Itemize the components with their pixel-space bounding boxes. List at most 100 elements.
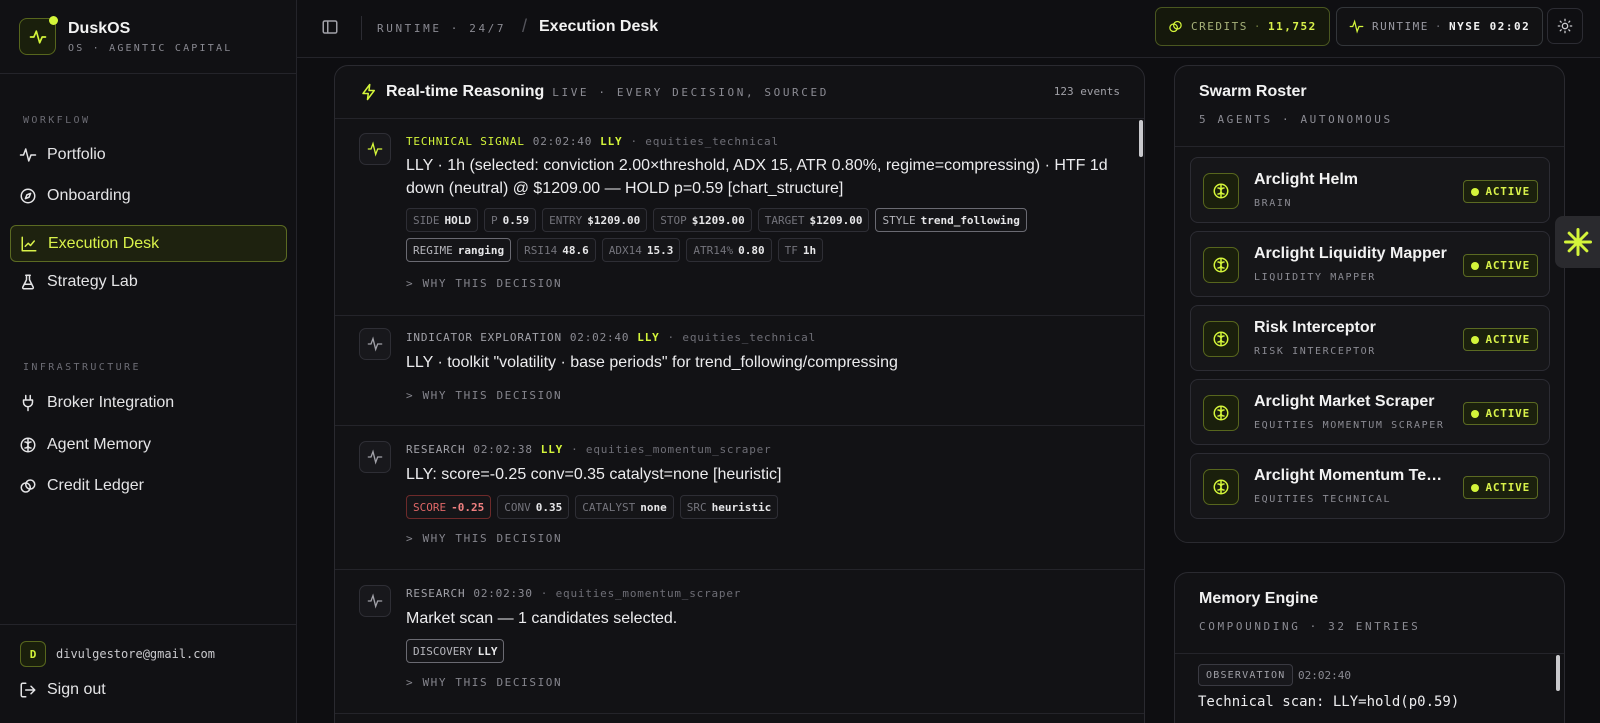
sign-out-button[interactable]: Sign out xyxy=(19,681,106,699)
activity-icon xyxy=(19,148,37,162)
agent-card[interactable]: Arclight Market Scraper EQUITIES MOMENTUM… xyxy=(1190,379,1550,445)
event-item[interactable]: TECHNICAL SIGNAL 02:02:40 LLY · equities… xyxy=(335,119,1144,316)
sidebar-item-agent-memory[interactable]: Agent Memory xyxy=(10,427,287,463)
status-label: ACTIVE xyxy=(1485,259,1530,272)
agent-card[interactable]: Risk Interceptor RISK INTERCEPTOR ACTIVE xyxy=(1190,305,1550,371)
status-badge: ACTIVE xyxy=(1463,180,1538,203)
event-icon xyxy=(359,585,391,617)
event-ticker[interactable]: LLY xyxy=(637,331,659,344)
memory-subtitle: COMPOUNDING · 32 ENTRIES xyxy=(1199,620,1421,633)
breadcrumb-parent[interactable]: RUNTIME · 24/7 xyxy=(377,22,506,35)
why-this-decision-toggle[interactable]: > WHY THIS DECISION xyxy=(406,676,562,689)
agent-card[interactable]: Arclight Momentum Technical EQUITIES TECH… xyxy=(1190,453,1550,519)
status-badge: ACTIVE xyxy=(1463,254,1538,277)
tag-key: P xyxy=(491,213,498,227)
event-ticker[interactable]: LLY xyxy=(600,135,622,148)
tag-key: ADX14 xyxy=(608,243,642,257)
event-meta: RESEARCH 02:02:30 · equities_momentum_sc… xyxy=(406,587,741,600)
feed-scrollbar[interactable] xyxy=(1139,120,1143,157)
section-label-workflow: WORKFLOW xyxy=(23,115,91,126)
agent-role: RISK INTERCEPTOR xyxy=(1254,346,1376,357)
brain-icon xyxy=(1213,479,1229,495)
tag-value: 0.59 xyxy=(502,213,530,227)
event-tag: ENTRY $1209.00 xyxy=(542,208,648,232)
event-kind: RESEARCH xyxy=(406,443,466,456)
why-this-decision-toggle[interactable]: > WHY THIS DECISION xyxy=(406,532,562,545)
brand[interactable]: DuskOS OS · AGENTIC CAPITAL xyxy=(0,0,296,74)
event-ticker[interactable]: LLY xyxy=(541,443,563,456)
event-item[interactable]: INDICATOR EXPLORATION 02:02:40 LLY · equ… xyxy=(335,316,1144,426)
tag-key: STOP xyxy=(660,213,687,227)
tag-key: REGIME xyxy=(413,243,453,257)
tag-key: CONV xyxy=(504,500,531,514)
runtime-badge[interactable]: RUNTIME · NYSE 02:02 xyxy=(1336,7,1544,46)
tag-value: 15.3 xyxy=(646,243,674,257)
brand-subtitle: OS · AGENTIC CAPITAL xyxy=(68,42,233,54)
sidebar-item-credit-ledger[interactable]: Credit Ledger xyxy=(10,468,287,504)
section-label-infrastructure: INFRASTRUCTURE xyxy=(23,362,141,373)
event-text: LLY · 1h (selected: conviction 2.00×thre… xyxy=(406,157,1108,197)
activity-icon xyxy=(367,141,383,157)
agent-role: EQUITIES TECHNICAL xyxy=(1254,494,1392,505)
assistant-tab[interactable] xyxy=(1555,216,1600,268)
credits-label: CREDITS xyxy=(1191,20,1248,33)
breadcrumb-separator: / xyxy=(522,16,528,36)
agent-name: Arclight Market Scraper xyxy=(1254,393,1435,410)
event-tag: SIDE HOLD xyxy=(406,208,478,232)
sidebar-toggle-icon[interactable] xyxy=(321,18,339,36)
memory-scrollbar[interactable] xyxy=(1556,655,1560,691)
status-dot xyxy=(1471,335,1480,344)
memory-title: Memory Engine xyxy=(1199,590,1319,607)
event-text: LLY · toolkit "volatility · base periods… xyxy=(406,354,898,371)
tag-key: TF xyxy=(784,243,798,257)
tag-value: 1h xyxy=(802,243,817,257)
agent-card[interactable]: Arclight Helm BRAIN ACTIVE xyxy=(1190,157,1550,223)
sidebar-item-strategy-lab[interactable]: Strategy Lab xyxy=(10,264,287,300)
why-label: WHY THIS DECISION xyxy=(422,389,563,402)
credits-value: 11,752 xyxy=(1267,20,1317,33)
why-this-decision-toggle[interactable]: > WHY THIS DECISION xyxy=(406,389,562,402)
asterisk-icon xyxy=(1563,228,1592,256)
sidebar-item-portfolio[interactable]: Portfolio xyxy=(10,137,287,173)
brain-icon xyxy=(1213,257,1229,273)
flask-icon xyxy=(21,274,35,290)
event-tag: ATR14% 0.80 xyxy=(686,238,772,262)
sidebar-item-broker-integration[interactable]: Broker Integration xyxy=(10,385,287,421)
theme-toggle-button[interactable] xyxy=(1547,8,1583,44)
sidebar-item-onboarding[interactable]: Onboarding xyxy=(10,178,287,214)
tag-value: $1209.00 xyxy=(691,213,745,227)
event-tag: TARGET $1209.00 xyxy=(757,208,870,232)
activity-icon xyxy=(1349,19,1364,34)
why-label: WHY THIS DECISION xyxy=(422,277,563,290)
event-item[interactable]: RESEARCH 02:02:30 · equities_momentum_sc… xyxy=(335,570,1144,714)
event-kind: INDICATOR EXPLORATION xyxy=(406,331,562,344)
agent-name: Arclight Liquidity Mapper xyxy=(1254,245,1447,262)
divider xyxy=(1175,653,1564,654)
event-tag: SRC heuristic xyxy=(679,495,779,519)
event-tag: SCORE -0.25 xyxy=(406,495,492,519)
tag-value: ranging xyxy=(457,243,505,257)
feed-header: Real-time Reasoning LIVE · EVERY DECISIO… xyxy=(335,66,1144,119)
event-kind: RESEARCH xyxy=(406,587,466,600)
avatar[interactable]: D xyxy=(20,641,46,667)
coins-icon xyxy=(20,479,36,493)
why-this-decision-toggle[interactable]: > WHY THIS DECISION xyxy=(406,277,562,290)
event-source: · equities_technical xyxy=(667,331,816,344)
agent-icon xyxy=(1203,321,1239,357)
top-bar: RUNTIME · 24/7 / Execution Desk CREDITS … xyxy=(297,0,1600,58)
event-tag: RSI14 48.6 xyxy=(517,238,596,262)
compass-icon xyxy=(20,188,36,204)
tag-value: 0.80 xyxy=(738,243,765,257)
agent-card[interactable]: Arclight Liquidity Mapper LIQUIDITY MAPPE… xyxy=(1190,231,1550,297)
event-time: 02:02:38 xyxy=(473,443,533,456)
event-meta: INDICATOR EXPLORATION 02:02:40 LLY · equ… xyxy=(406,331,816,344)
status-badge: ACTIVE xyxy=(1463,402,1538,425)
event-item[interactable]: RESEARCH 02:02:38 LLY · equities_momentu… xyxy=(335,426,1144,570)
sidebar-item-execution-desk[interactable]: Execution Desk xyxy=(10,225,287,262)
agent-role: EQUITIES MOMENTUM SCRAPER xyxy=(1254,420,1445,431)
sidebar-item-label: Broker Integration xyxy=(47,394,175,411)
plug-icon xyxy=(22,394,34,412)
status-badge: ACTIVE xyxy=(1463,476,1538,499)
credits-badge[interactable]: CREDITS · 11,752 xyxy=(1155,7,1330,46)
bolt-icon xyxy=(362,83,375,101)
